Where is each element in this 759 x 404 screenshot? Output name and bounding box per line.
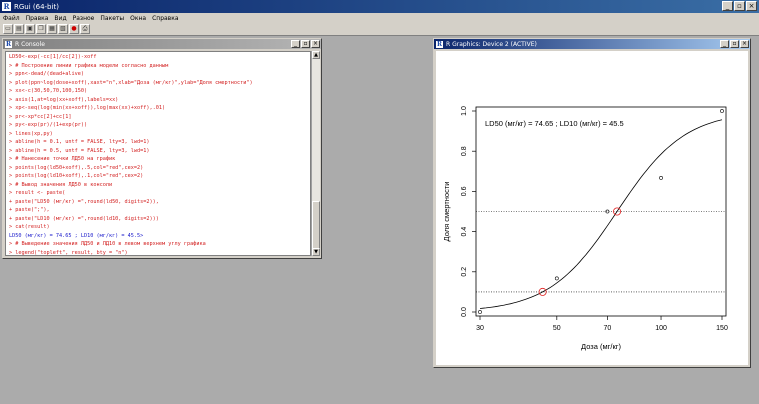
console-scrollbar[interactable]: ▲ ▼ <box>311 51 320 256</box>
y-tick-label: 0.0 <box>461 307 468 317</box>
y-tick-label: 0.4 <box>461 227 468 237</box>
console-line: > abline(h = 0.1, untf = FALSE, lty=3, l… <box>9 139 150 145</box>
mdi-workspace: R R Console _ ▫ × LD50<-exp(-cc[1]/cc[2]… <box>0 36 759 404</box>
x-axis-label: Доза (мг/кг) <box>581 342 621 351</box>
console-line: > py<-exp(pr)/(1+exp(pr)) <box>9 122 88 128</box>
data-point <box>554 276 559 281</box>
console-line: > # Построение линии графика модели согл… <box>9 62 169 69</box>
console-output[interactable]: LD50<-exp(-cc[1]/cc[2])-xoff > # Построен… <box>5 51 311 256</box>
menu-windows[interactable]: Окна <box>127 15 149 22</box>
minimize-button[interactable]: _ <box>722 1 733 11</box>
graphics-titlebar[interactable]: R R Graphics: Device 2 (ACTIVE) _ ▫ × <box>434 39 750 49</box>
console-line: > axis(1,at=log(xx+xoff),labels=xx) <box>9 96 119 103</box>
console-line: + paste(";"), <box>9 207 50 213</box>
graphics-maximize-button[interactable]: ▫ <box>730 40 739 48</box>
graphics-title: R Graphics: Device 2 (ACTIVE) <box>446 40 537 48</box>
console-line: > legend("topleft", result, bty = "n") <box>9 249 128 256</box>
graphics-close-button[interactable]: × <box>740 40 749 48</box>
console-title: R Console <box>15 40 45 48</box>
menu-bar: Файл Правка Вид Разное Пакеты Окна Справ… <box>0 13 759 23</box>
stop-icon[interactable]: ● <box>69 24 79 34</box>
x-tick-label: 50 <box>553 325 561 332</box>
menu-edit[interactable]: Правка <box>23 15 52 22</box>
console-line: > # Нанесение точки ЛД50 на график <box>9 156 116 162</box>
menu-file[interactable]: Файл <box>0 15 23 22</box>
legend-text: LD50 (мг/кг) = 74.65 ; LD10 (мг/кг) = 45… <box>485 119 624 128</box>
graphics-minimize-button[interactable]: _ <box>720 40 729 48</box>
console-line: > # Вывод значения ЛД50 в консоли <box>9 181 113 188</box>
data-point <box>659 176 663 180</box>
open-script-icon[interactable]: ▭ <box>3 24 13 34</box>
console-line: > points(log(ld10+xoff),.1,col="red",cex… <box>9 173 144 179</box>
console-line: > cat(result) <box>9 224 50 230</box>
scroll-down-icon[interactable]: ▼ <box>312 248 320 256</box>
x-tick-label: 70 <box>604 325 612 332</box>
restore-button[interactable]: ▫ <box>734 1 745 11</box>
load-workspace-icon[interactable]: ▤ <box>14 24 24 34</box>
scroll-thumb[interactable] <box>312 201 320 251</box>
rgui-app: R RGui (64-bit) _ ▫ × Файл Правка Вид Ра… <box>0 0 759 404</box>
print-icon[interactable]: ⎙ <box>80 24 90 34</box>
console-line: LD50<-exp(-cc[1]/cc[2])-xoff <box>9 54 97 60</box>
console-line: > xx<-c(30,50,70,100,150) <box>9 88 88 94</box>
console-close-button[interactable]: × <box>311 40 320 48</box>
console-line: > plot(ppn~log(dose+xoff),xaxt="n",xlab=… <box>9 79 253 86</box>
app-titlebar: R RGui (64-bit) _ ▫ × <box>0 0 759 13</box>
save-workspace-icon[interactable]: ▣ <box>25 24 35 34</box>
paste-icon[interactable]: ▦ <box>47 24 57 34</box>
toolbar: ▭ ▤ ▣ ❐ ▦ ▧ ● ⎙ <box>0 23 759 36</box>
graphics-window: R R Graphics: Device 2 (ACTIVE) _ ▫ × 30… <box>433 38 751 368</box>
x-tick-label: 150 <box>716 325 728 332</box>
copy-icon[interactable]: ❐ <box>36 24 46 34</box>
console-line: + paste("LD10 (мг/кг) =",round(ld10, dig… <box>9 215 159 222</box>
r-logo-icon: R <box>2 2 11 11</box>
app-title: RGui (64-bit) <box>14 2 59 11</box>
console-line: > xp<-seq(log(min(xx+xoff)),log(max(xx)+… <box>9 105 166 111</box>
console-line: > ppn<-dead/(dead+alive) <box>9 71 84 77</box>
data-point <box>720 109 724 113</box>
console-line: > abline(h = 0.5, untf = FALSE, lty=3, l… <box>9 147 150 154</box>
console-window: R R Console _ ▫ × LD50<-exp(-cc[1]/cc[2]… <box>2 38 322 259</box>
console-line: + paste("LD50 (мг/кг) =",round(ld50, dig… <box>9 198 159 205</box>
console-line: > lines(xp,py) <box>9 130 53 137</box>
console-line: > result <- paste( <box>9 190 66 196</box>
menu-misc[interactable]: Разное <box>70 15 98 22</box>
menu-packages[interactable]: Пакеты <box>97 15 127 22</box>
copy-paste-icon[interactable]: ▧ <box>58 24 68 34</box>
y-tick-label: 0.8 <box>461 146 468 156</box>
menu-view[interactable]: Вид <box>51 15 69 22</box>
r-logo-icon: R <box>436 40 443 48</box>
y-tick-label: 1.0 <box>461 106 468 116</box>
console-line: > # Выведение значения ЛД50 и ЛД10 в лев… <box>9 241 206 247</box>
menu-help[interactable]: Справка <box>149 15 181 22</box>
close-button[interactable]: × <box>746 1 757 11</box>
y-tick-label: 0.2 <box>461 267 468 277</box>
console-line: > pr<-xp*cc[2]+cc[1] <box>9 113 72 120</box>
dose-response-plot: 30 50 70 100 150 0.0 0.2 0.4 0.6 0.8 1.0 Доза (мг/к… <box>442 106 728 351</box>
r-logo-icon: R <box>5 40 12 48</box>
y-axis-label: Доля смертности <box>442 182 451 242</box>
console-line: LD50 (мг/кг) = 74.65 ; LD10 (мг/кг) = 45… <box>9 232 144 239</box>
console-line: > points(log(ld50+xoff),.5,col="red",cex… <box>9 164 144 171</box>
plot-area: 30 50 70 100 150 0.0 0.2 0.4 0.6 0.8 1.0 Доза (мг/к… <box>436 51 748 365</box>
console-titlebar[interactable]: R R Console _ ▫ × <box>3 39 321 49</box>
console-maximize-button[interactable]: ▫ <box>301 40 310 48</box>
console-minimize-button[interactable]: _ <box>291 40 300 48</box>
data-point <box>478 310 482 314</box>
scroll-up-icon[interactable]: ▲ <box>312 51 320 59</box>
fitted-curve <box>479 119 723 309</box>
x-tick-label: 30 <box>476 325 484 332</box>
x-tick-label: 100 <box>655 325 667 332</box>
y-tick-label: 0.6 <box>461 186 468 196</box>
